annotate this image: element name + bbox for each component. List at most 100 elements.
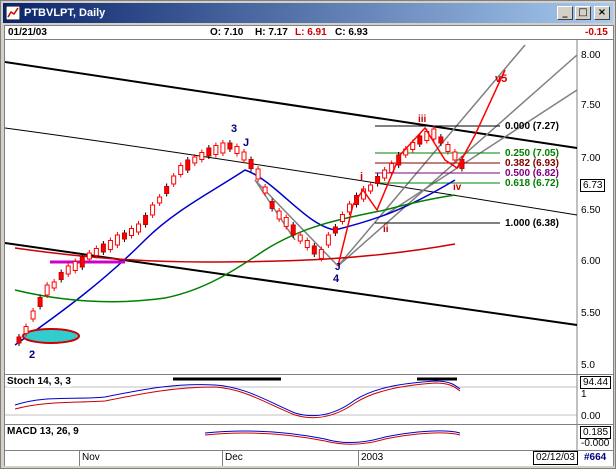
- price-tick: 6.50: [581, 205, 601, 216]
- price-tick: 6.00: [581, 256, 601, 267]
- macd-tick: -0.000: [581, 438, 610, 449]
- candle-body: [368, 184, 374, 192]
- date-axis: Nov Dec 2003 02/12/03 #664: [5, 451, 613, 466]
- ma-mid-line: [14, 194, 456, 303]
- candle-body: [311, 245, 317, 255]
- candle-body: [276, 210, 282, 220]
- candle-body: [325, 234, 331, 246]
- info-date: 01/21/03: [8, 27, 47, 38]
- close-button[interactable]: ×: [594, 6, 610, 20]
- candle-body: [199, 152, 205, 160]
- candle-body: [206, 147, 212, 157]
- wave-label-ii: ii: [383, 224, 389, 235]
- chart-app-icon: [6, 6, 20, 20]
- candlesticks: [16, 126, 465, 346]
- candle-body: [79, 256, 85, 268]
- stoch-tick: 0.00: [581, 411, 601, 422]
- candle-body: [417, 135, 423, 145]
- candle-body: [171, 175, 177, 185]
- channel-top-line: [5, 61, 578, 149]
- wave-label-3: 3: [231, 123, 237, 135]
- candle-body: [452, 151, 458, 161]
- wave-label-v5: v5: [495, 73, 507, 85]
- candle-body: [136, 223, 142, 233]
- candle-body: [297, 234, 303, 242]
- chart-area[interactable]: 01/21/03 O: 7.10 H: 7.17 L: 6.91 C: 6.93…: [4, 25, 614, 466]
- current-price-box: 6.73: [580, 179, 606, 192]
- wave-label-i: i: [360, 171, 363, 183]
- candle-body: [129, 228, 134, 236]
- candle-body: [220, 142, 226, 154]
- candle-body: [23, 326, 29, 334]
- macd-svg: [204, 425, 578, 450]
- candle-body: [283, 217, 289, 227]
- minimize-button[interactable]: _: [557, 6, 573, 20]
- candle-body: [107, 240, 113, 250]
- candle-body: [375, 176, 381, 184]
- info-bar: 01/21/03 O: 7.10 H: 7.17 L: 6.91 C: 6.93…: [5, 26, 613, 40]
- macd-pane[interactable]: MACD 13, 26, 9 0.185 -0.000: [5, 425, 613, 451]
- title-bar[interactable]: PTBVLPT, Daily _ □ ×: [3, 3, 613, 23]
- wave-label-2: 2: [29, 349, 35, 361]
- price-tick: 5.50: [581, 308, 601, 319]
- candle-body: [185, 159, 191, 171]
- stoch-pane[interactable]: Stoch 14, 3, 3 94.44 1 0.00: [5, 375, 613, 425]
- candle-body: [65, 265, 71, 275]
- candle-body: [93, 248, 99, 256]
- date-2003: 2003: [361, 452, 384, 463]
- candle-body: [431, 128, 437, 140]
- candle-body: [227, 142, 233, 150]
- candle-body: [234, 146, 240, 154]
- candle-body: [30, 310, 36, 320]
- stoch-tick: 1: [581, 389, 587, 400]
- bar-count: #664: [584, 452, 607, 463]
- wave-label-j1: J: [243, 137, 249, 149]
- info-close: C: 6.93: [335, 27, 368, 38]
- low-ellipse: [22, 328, 80, 344]
- candle-body: [255, 168, 261, 180]
- candle-body: [332, 226, 338, 234]
- price-tick: 7.00: [581, 153, 601, 164]
- candle-body: [157, 196, 163, 204]
- candle-body: [262, 186, 268, 194]
- candle-body: [304, 240, 310, 248]
- candle-body: [164, 186, 170, 194]
- candle-body: [44, 284, 50, 296]
- candle-body: [58, 272, 64, 280]
- wave-label-iii: iii: [418, 114, 427, 125]
- fib-label-618: 0.618 (6.72): [505, 178, 559, 189]
- candle-body: [100, 243, 106, 253]
- candle-body: [72, 261, 78, 271]
- candle-body: [438, 136, 444, 144]
- window-title: PTBVLPT, Daily: [24, 7, 106, 19]
- candle-body: [192, 156, 198, 164]
- candle-body: [51, 281, 57, 289]
- candle-body: [339, 214, 345, 222]
- chart-window: PTBVLPT, Daily _ □ × 01/21/03 O: 7.10 H:…: [0, 0, 616, 469]
- wave-label-4: 4: [333, 273, 340, 285]
- candle-body: [290, 224, 296, 236]
- candle-body: [445, 144, 451, 152]
- candle-body: [16, 336, 22, 344]
- maximize-button[interactable]: □: [575, 6, 591, 20]
- candle-body: [150, 204, 156, 216]
- date-dec: Dec: [225, 452, 243, 463]
- date-nov: Nov: [82, 452, 100, 463]
- candle-body: [213, 145, 219, 155]
- price-pane[interactable]: 2 3 J 4 J i ii iii iv v5 0.000 (7.27) 0.…: [5, 40, 613, 375]
- price-tick: 7.50: [581, 100, 601, 111]
- candle-body: [318, 249, 324, 259]
- candle-body: [269, 201, 275, 209]
- info-high: H: 7.17: [255, 27, 288, 38]
- candle-body: [37, 297, 43, 307]
- macd-title: MACD 13, 26, 9: [7, 426, 79, 437]
- stoch-svg: [5, 375, 578, 424]
- candle-body: [114, 234, 120, 246]
- wave-label-iv: iv: [453, 182, 462, 193]
- candle-body: [248, 159, 254, 169]
- candle-body: [382, 169, 388, 179]
- candle-body: [241, 151, 247, 161]
- candle-body: [178, 165, 184, 175]
- candle-body: [86, 252, 92, 260]
- fib-label-0: 0.000 (7.27): [505, 121, 559, 132]
